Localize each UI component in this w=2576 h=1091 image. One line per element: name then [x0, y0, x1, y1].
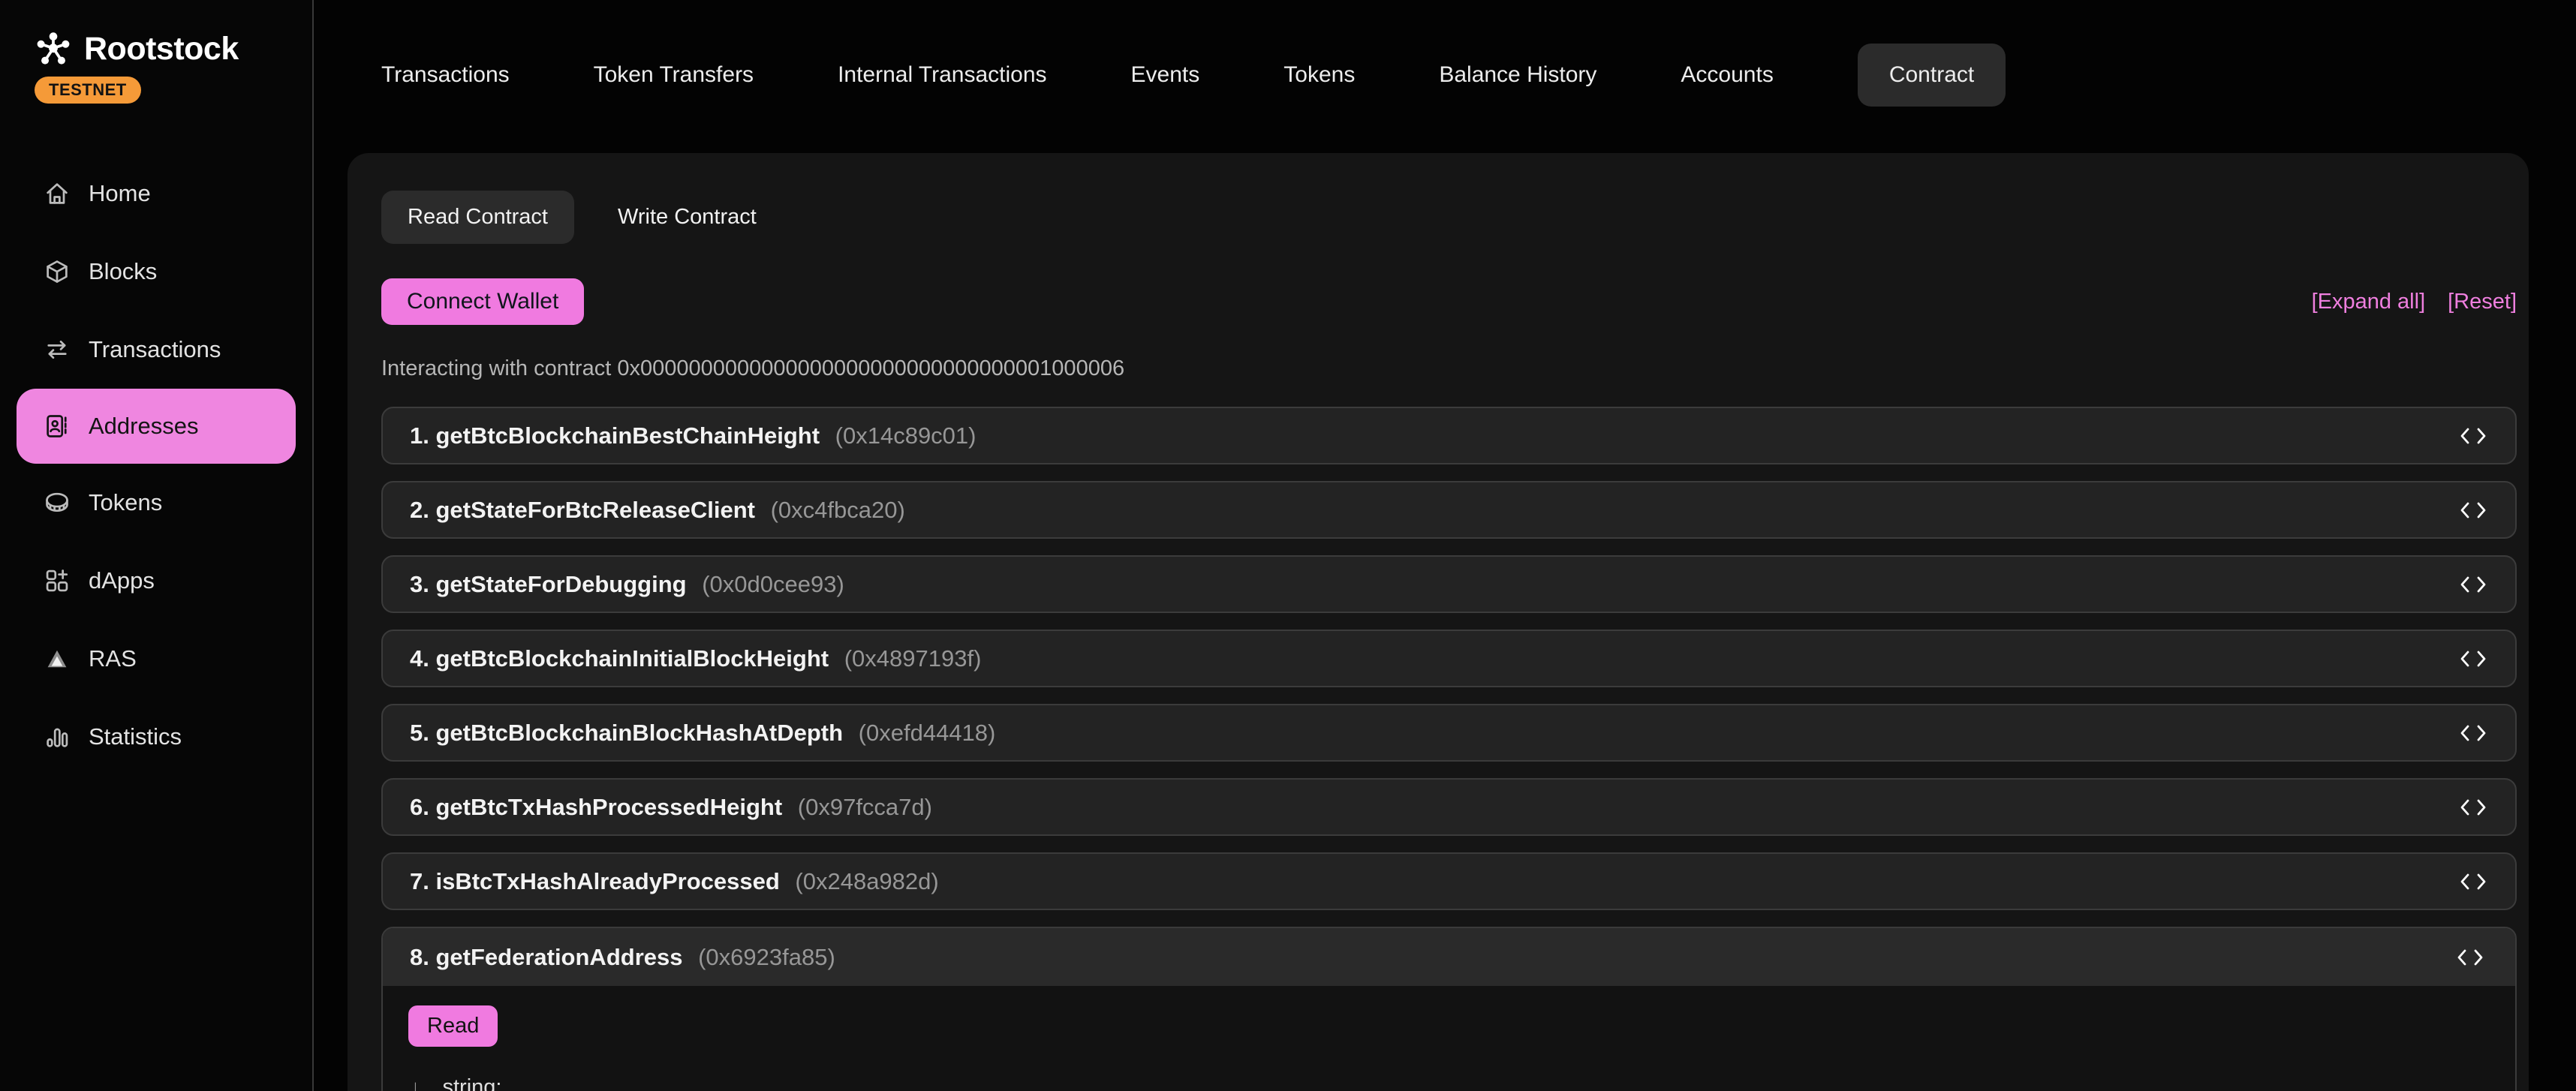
tab-events[interactable]: Events: [1131, 62, 1200, 88]
sidebar-item-home[interactable]: Home: [0, 155, 312, 233]
method-row[interactable]: 2. getStateForBtcReleaseClient (0xc4fbca…: [381, 481, 2517, 539]
sidebar-item-label: Addresses: [89, 413, 198, 440]
dapps-icon: [44, 567, 71, 594]
interacting-with-contract-text: Interacting with contract 0x000000000000…: [381, 356, 2517, 381]
sidebar-item-label: Statistics: [89, 723, 182, 750]
method-name: 1. getBtcBlockchainBestChainHeight: [410, 422, 820, 449]
code-icon[interactable]: [2458, 426, 2488, 446]
code-icon[interactable]: [2452, 948, 2488, 967]
blocks-icon: [44, 258, 71, 285]
sidebar-item-label: Home: [89, 180, 151, 207]
connect-wallet-button[interactable]: Connect Wallet: [381, 278, 584, 325]
code-icon[interactable]: [2458, 872, 2488, 891]
tab-contract[interactable]: Contract: [1858, 44, 2006, 107]
method-row[interactable]: 5. getBtcBlockchainBlockHashAtDepth (0xe…: [381, 704, 2517, 762]
tab-token-transfers[interactable]: Token Transfers: [594, 62, 754, 88]
sidebar-item-statistics[interactable]: Statistics: [0, 698, 312, 776]
sidebar-item-label: Tokens: [89, 489, 162, 516]
tab-balance-history[interactable]: Balance History: [1439, 62, 1596, 88]
tokens-icon: [44, 489, 71, 516]
code-icon[interactable]: [2458, 575, 2488, 594]
method-signature: (0x14c89c01): [829, 422, 976, 449]
output-type-label: string:: [443, 1075, 502, 1091]
expand-all-link[interactable]: [Expand all]: [2312, 290, 2426, 314]
tab-write-contract[interactable]: Write Contract: [618, 205, 757, 230]
method-row[interactable]: 1. getBtcBlockchainBestChainHeight (0x14…: [381, 407, 2517, 464]
method-name: 6. getBtcTxHashProcessedHeight: [410, 794, 782, 820]
transactions-icon: [44, 336, 71, 363]
method-signature: (0x6923fa85): [691, 944, 835, 970]
tab-accounts[interactable]: Accounts: [1681, 62, 1773, 88]
sidebar-item-label: Blocks: [89, 258, 157, 285]
code-icon[interactable]: [2458, 649, 2488, 669]
home-icon: [44, 180, 71, 207]
method-body: Read ∟ string:: [383, 986, 2515, 1091]
tab-transactions[interactable]: Transactions: [381, 62, 510, 88]
sidebar: Rootstock TESTNET Home Blocks Transactio…: [0, 0, 314, 1091]
code-icon[interactable]: [2458, 500, 2488, 520]
method-name: 2. getStateForBtcReleaseClient: [410, 497, 755, 523]
sidebar-item-transactions[interactable]: Transactions: [0, 311, 312, 389]
sidebar-item-label: Transactions: [89, 336, 221, 363]
sidebar-item-tokens[interactable]: Tokens: [0, 464, 312, 542]
method-name: 3. getStateForDebugging: [410, 571, 687, 597]
contract-toolbar: Connect Wallet [Expand all] [Reset]: [381, 278, 2517, 325]
method-name: 8. getFederationAddress: [410, 944, 682, 970]
reset-link[interactable]: [Reset]: [2448, 290, 2517, 314]
method-signature: (0x0d0cee93): [696, 571, 844, 597]
tab-tokens[interactable]: Tokens: [1283, 62, 1355, 88]
addresses-icon: [44, 413, 71, 440]
method-name: 7. isBtcTxHashAlreadyProcessed: [410, 868, 780, 894]
method-output: ∟ string:: [408, 1075, 2490, 1091]
method-row[interactable]: 7. isBtcTxHashAlreadyProcessed (0x248a98…: [381, 852, 2517, 910]
method-signature: (0xefd44418): [852, 720, 995, 746]
method-row-expanded: 8. getFederationAddress (0x6923fa85) Rea…: [381, 927, 2517, 1091]
sidebar-nav: Home Blocks Transactions Addresses Token…: [0, 155, 312, 776]
statistics-icon: [44, 723, 71, 750]
output-tree-glyph: ∟: [411, 1077, 429, 1091]
code-icon[interactable]: [2458, 723, 2488, 743]
sidebar-item-dapps[interactable]: dApps: [0, 542, 312, 620]
ras-icon: [44, 645, 71, 672]
method-signature: (0x4897193f): [838, 645, 981, 672]
rootstock-logo-icon: [35, 30, 72, 68]
sidebar-item-ras[interactable]: RAS: [0, 620, 312, 698]
brand-logo[interactable]: Rootstock: [0, 0, 312, 68]
method-name: 4. getBtcBlockchainInitialBlockHeight: [410, 645, 829, 672]
method-row[interactable]: 6. getBtcTxHashProcessedHeight (0x97fcca…: [381, 778, 2517, 836]
method-signature: (0x248a982d): [789, 868, 939, 894]
method-row[interactable]: 3. getStateForDebugging (0x0d0cee93): [381, 555, 2517, 613]
tab-read-contract[interactable]: Read Contract: [381, 191, 574, 244]
sidebar-item-label: RAS: [89, 645, 137, 672]
method-row[interactable]: 8. getFederationAddress (0x6923fa85): [383, 928, 2515, 986]
code-icon[interactable]: [2458, 798, 2488, 817]
method-name: 5. getBtcBlockchainBlockHashAtDepth: [410, 720, 843, 746]
sidebar-item-blocks[interactable]: Blocks: [0, 233, 312, 311]
contract-panel: Read Contract Write Contract Connect Wal…: [348, 153, 2529, 1091]
method-signature: (0xc4fbca20): [764, 497, 905, 523]
tab-internal-transactions[interactable]: Internal Transactions: [838, 62, 1046, 88]
sidebar-item-addresses[interactable]: Addresses: [17, 389, 296, 464]
page-tabbar: Transactions Token Transfers Internal Tran…: [315, 39, 2576, 111]
toolbar-links: [Expand all] [Reset]: [2312, 290, 2517, 314]
method-signature: (0x97fcca7d): [791, 794, 932, 820]
methods-list: 1. getBtcBlockchainBestChainHeight (0x14…: [381, 407, 2517, 1091]
contract-subtabs: Read Contract Write Contract: [381, 191, 2517, 244]
method-row[interactable]: 4. getBtcBlockchainInitialBlockHeight (0…: [381, 630, 2517, 687]
main-area: Transactions Token Transfers Internal Tran…: [315, 0, 2576, 1091]
read-button[interactable]: Read: [408, 1005, 498, 1047]
brand-name: Rootstock: [84, 31, 239, 68]
app-root: Rootstock TESTNET Home Blocks Transactio…: [0, 0, 2576, 1091]
testnet-badge: TESTNET: [35, 77, 141, 104]
sidebar-item-label: dApps: [89, 567, 155, 594]
